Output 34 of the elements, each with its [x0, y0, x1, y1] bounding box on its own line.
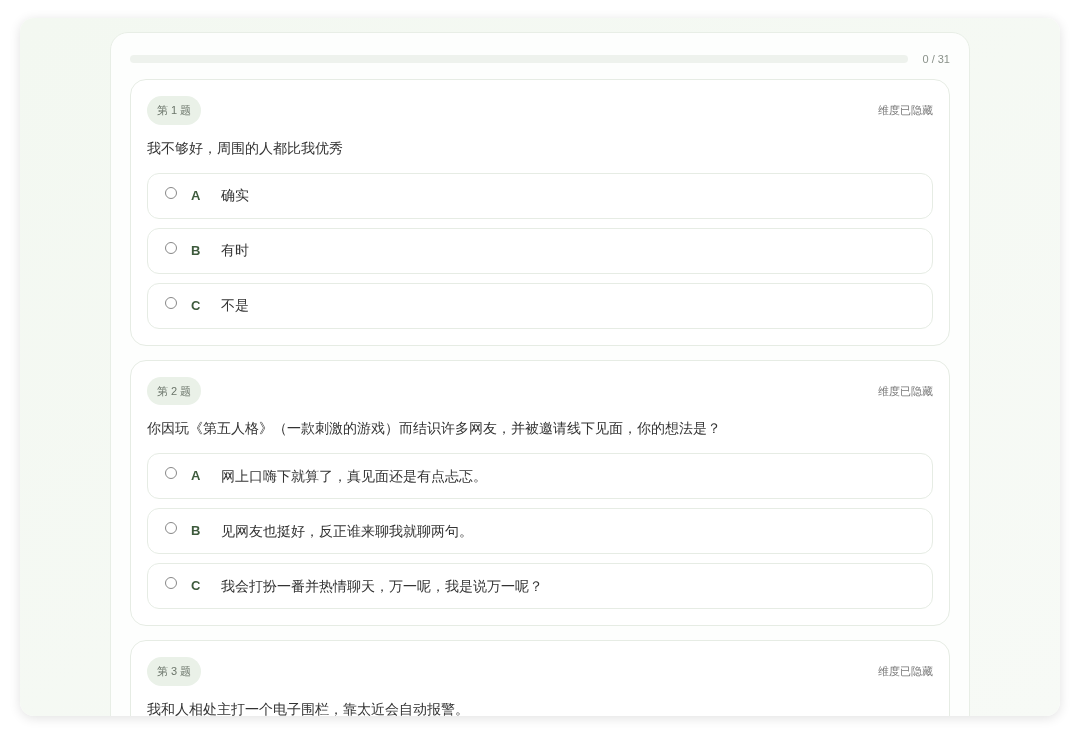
- option-letter: C: [191, 577, 202, 596]
- option-letter: C: [191, 296, 202, 315]
- answer-option[interactable]: C 我会打扮一番并热情聊天，万一呢，我是说万一呢？: [147, 563, 933, 609]
- dimension-hidden-label: 维度已隐藏: [878, 664, 933, 679]
- progress-count: 0 / 31: [922, 51, 950, 67]
- radio-button[interactable]: [165, 577, 177, 589]
- answer-option[interactable]: C 不是: [147, 282, 933, 329]
- radio-button[interactable]: [165, 241, 177, 254]
- answer-option[interactable]: A 网上口嗨下就算了，真见面还是有点忐忑。: [147, 453, 933, 499]
- radio-button[interactable]: [165, 296, 177, 309]
- question-number-badge: 第 2 题: [147, 376, 202, 405]
- option-text: 有时: [221, 241, 249, 260]
- question-text: 我和人相处主打一个电子围栏，靠太近会自动报警。: [147, 699, 470, 716]
- option-text: 我会打扮一番并热情聊天，万一呢，我是说万一呢？: [221, 576, 543, 596]
- question-number-badge: 第 3 题: [147, 657, 202, 686]
- answer-option[interactable]: B 见网友也挺好，反正谁来聊我就聊两句。: [147, 508, 933, 554]
- radio-button[interactable]: [165, 522, 177, 534]
- dimension-hidden-label: 维度已隐藏: [878, 103, 933, 118]
- radio-button[interactable]: [165, 467, 177, 479]
- option-letter: B: [191, 522, 202, 541]
- option-letter: A: [191, 186, 202, 205]
- question-number-badge: 第 1 题: [147, 96, 202, 125]
- option-letter: B: [191, 241, 202, 260]
- option-text: 网上口嗨下就算了，真见面还是有点忐忑。: [221, 466, 487, 486]
- option-text: 确实: [221, 186, 249, 205]
- radio-button[interactable]: [165, 186, 177, 199]
- option-text: 不是: [221, 296, 249, 315]
- dimension-hidden-label: 维度已隐藏: [878, 383, 933, 399]
- option-text: 见网友也挺好，反正谁来聊我就聊两句。: [221, 521, 473, 541]
- option-letter: A: [191, 467, 202, 486]
- question-text: 你因玩《第五人格》（一款刺激的游戏）而结识许多网友，并被邀请线下见面，你的想法是？: [147, 419, 722, 438]
- question-text: 我不够好，周围的人都比我优秀: [147, 138, 344, 158]
- answer-option[interactable]: B 有时: [147, 227, 933, 274]
- answer-option[interactable]: A 确实: [147, 172, 933, 219]
